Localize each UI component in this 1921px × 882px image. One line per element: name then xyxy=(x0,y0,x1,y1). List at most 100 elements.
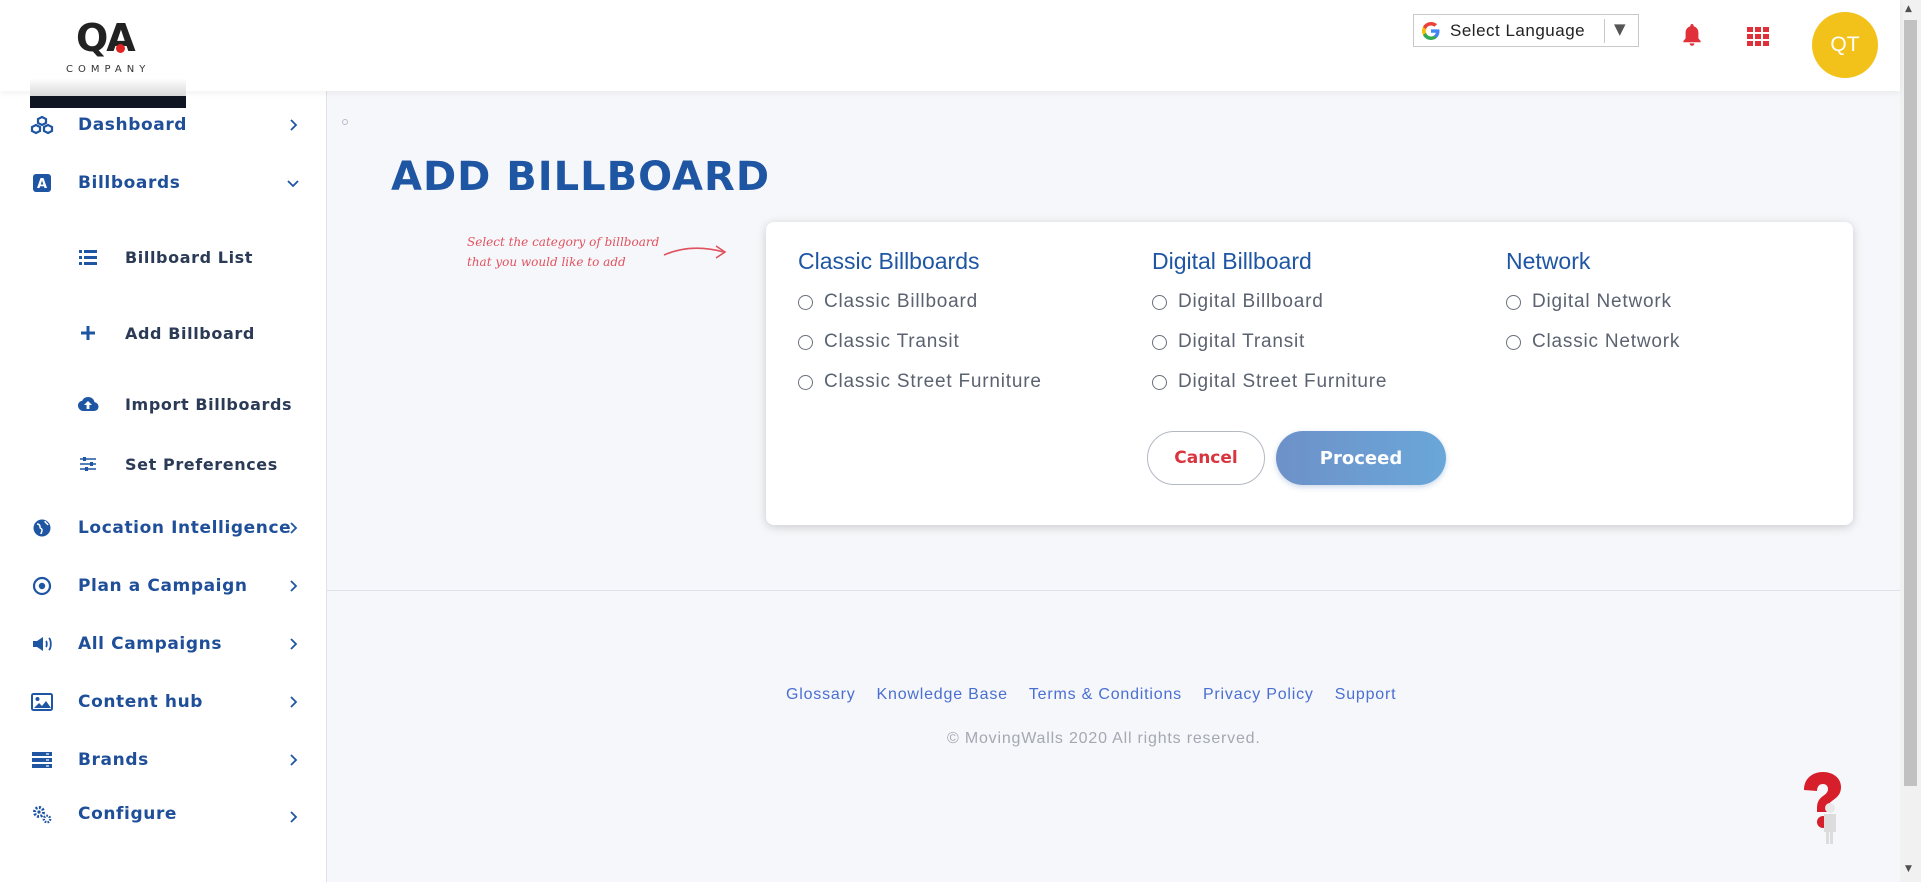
billboard-a-icon: A xyxy=(30,171,54,195)
sidebar-subitem-set-preferences[interactable]: Set Preferences xyxy=(0,444,327,484)
page-title: ADD BILLBOARD xyxy=(391,154,771,200)
svg-text:A: A xyxy=(37,177,47,192)
logo-shadow xyxy=(30,78,186,96)
help-question-icon[interactable] xyxy=(1796,770,1846,846)
list-icon xyxy=(76,245,100,269)
sidebar-subitem-add-billboard[interactable]: Add Billboard xyxy=(0,313,327,353)
option-label: Digital Transit xyxy=(1178,331,1306,352)
radio-button[interactable] xyxy=(1506,294,1521,310)
option-digital-transit[interactable]: Digital Transit xyxy=(1152,331,1305,353)
sidebar-item-label: Content hub xyxy=(78,692,204,712)
radio-button[interactable] xyxy=(798,294,813,310)
option-classic-transit[interactable]: Classic Transit xyxy=(798,331,960,353)
cancel-button[interactable]: Cancel xyxy=(1147,431,1265,485)
radio-button[interactable] xyxy=(1152,334,1167,350)
target-icon xyxy=(30,574,54,598)
radio-button[interactable] xyxy=(798,374,813,390)
category-hint: Select the category of billboard that yo… xyxy=(467,232,659,272)
option-digital-billboard[interactable]: Digital Billboard xyxy=(1152,291,1324,313)
radio-button[interactable] xyxy=(1152,374,1167,390)
footer-links: Glossary Knowledge Base Terms & Conditio… xyxy=(786,686,1396,704)
top-header: QA COMPANY Select Language ▼ QT xyxy=(0,0,1900,108)
megaphone-icon xyxy=(30,632,54,656)
company-logo[interactable]: QA COMPANY xyxy=(30,10,186,108)
caret-down-icon: ▼ xyxy=(1614,20,1626,38)
language-label: Select Language xyxy=(1450,20,1586,40)
option-classic-network[interactable]: Classic Network xyxy=(1506,331,1680,353)
scrollbar-thumb[interactable] xyxy=(1904,20,1917,786)
logo-mark: QA xyxy=(76,16,136,60)
sidebar: Dashboard A Billboards Billboard List Ad… xyxy=(0,91,327,882)
hint-line: that you would like to add xyxy=(467,255,626,269)
footer-link-glossary[interactable]: Glossary xyxy=(786,686,856,704)
apps-grid-icon[interactable] xyxy=(1746,24,1770,48)
footer-link-knowledge-base[interactable]: Knowledge Base xyxy=(877,686,1008,704)
category-column-classic: Classic Billboards Classic Billboard Cla… xyxy=(798,248,1041,392)
sidebar-subitem-import-billboards[interactable]: Import Billboards xyxy=(0,384,327,424)
sidebar-item-billboards[interactable]: A Billboards xyxy=(0,163,327,203)
option-digital-network[interactable]: Digital Network xyxy=(1506,291,1672,313)
chevron-right-icon xyxy=(290,638,298,650)
sidebar-item-label: All Campaigns xyxy=(78,634,223,654)
radio-button[interactable] xyxy=(1152,294,1167,310)
footer-link-support[interactable]: Support xyxy=(1335,686,1397,704)
logo-strip xyxy=(30,96,186,108)
option-classic-billboard[interactable]: Classic Billboard xyxy=(798,291,978,313)
cubes-icon xyxy=(30,113,54,137)
option-label: Digital Street Furniture xyxy=(1178,371,1388,392)
sidebar-item-content-hub[interactable]: Content hub xyxy=(0,682,327,722)
globe-icon xyxy=(30,516,54,540)
cloud-upload-icon xyxy=(76,392,100,416)
category-column-digital: Digital Billboard Digital Billboard Digi… xyxy=(1152,248,1386,392)
footer-link-terms[interactable]: Terms & Conditions xyxy=(1029,686,1182,704)
sidebar-item-dashboard[interactable]: Dashboard xyxy=(0,105,327,145)
sidebar-item-all-campaigns[interactable]: All Campaigns xyxy=(0,624,327,664)
column-title: Digital Billboard xyxy=(1152,248,1312,274)
column-title: Classic Billboards xyxy=(798,248,980,274)
option-label: Classic Transit xyxy=(824,331,960,352)
sliders-icon xyxy=(76,452,100,476)
google-icon xyxy=(1420,20,1442,42)
vertical-scrollbar[interactable]: ▲ ▼ xyxy=(1900,0,1921,882)
radio-button[interactable] xyxy=(798,334,813,350)
column-title: Network xyxy=(1506,248,1591,274)
language-divider xyxy=(1604,19,1605,43)
chevron-down-icon xyxy=(287,180,299,188)
sidebar-item-label: Location Intelligence xyxy=(78,518,292,538)
chevron-right-icon xyxy=(290,119,298,131)
image-icon xyxy=(30,690,54,714)
sidebar-item-configure[interactable]: Configure xyxy=(0,794,327,834)
hint-line: Select the category of billboard xyxy=(467,235,660,249)
sidebar-subitem-billboard-list[interactable]: Billboard List xyxy=(0,237,327,277)
breadcrumb-dot xyxy=(342,119,348,125)
sidebar-item-label: Configure xyxy=(78,804,178,824)
user-avatar[interactable]: QT xyxy=(1812,12,1878,78)
scroll-down-icon[interactable]: ▼ xyxy=(1905,864,1912,874)
bell-icon[interactable] xyxy=(1680,22,1704,48)
sidebar-item-location-intelligence[interactable]: Location Intelligence xyxy=(0,508,327,548)
category-column-network: Network Digital Network Classic Network xyxy=(1506,248,1679,352)
option-digital-street-furniture[interactable]: Digital Street Furniture xyxy=(1152,371,1387,393)
sidebar-item-label: Brands xyxy=(78,750,149,770)
sidebar-item-label: Billboards xyxy=(78,173,181,193)
option-label: Classic Street Furniture xyxy=(824,371,1042,392)
chevron-right-icon xyxy=(290,522,298,534)
chevron-right-icon xyxy=(290,811,298,823)
logo-dot xyxy=(116,44,125,53)
option-label: Digital Network xyxy=(1532,291,1672,312)
sidebar-item-plan-a-campaign[interactable]: Plan a Campaign xyxy=(0,566,327,606)
sidebar-item-brands[interactable]: Brands xyxy=(0,740,327,780)
sidebar-item-label: Plan a Campaign xyxy=(78,576,248,596)
copyright-text: © MovingWalls 2020 All rights reserved. xyxy=(947,730,1261,747)
scroll-up-icon[interactable]: ▲ xyxy=(1905,4,1912,14)
gears-icon xyxy=(30,802,54,826)
proceed-button[interactable]: Proceed xyxy=(1276,431,1446,485)
option-classic-street-furniture[interactable]: Classic Street Furniture xyxy=(798,371,1042,393)
logo-subtitle: COMPANY xyxy=(66,64,151,75)
plus-icon xyxy=(76,321,100,345)
server-icon xyxy=(30,748,54,772)
radio-button[interactable] xyxy=(1506,334,1521,350)
chevron-right-icon xyxy=(290,580,298,592)
footer-link-privacy[interactable]: Privacy Policy xyxy=(1203,686,1314,704)
language-select[interactable]: Select Language ▼ xyxy=(1413,14,1639,47)
